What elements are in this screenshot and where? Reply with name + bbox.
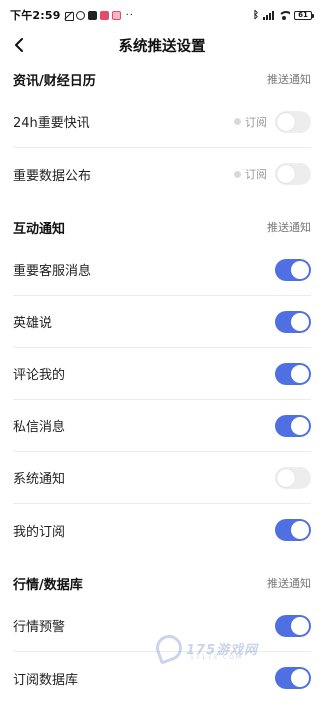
toggle-switch[interactable] xyxy=(275,466,311,489)
chevron-left-icon xyxy=(15,38,23,52)
toggle-knob xyxy=(291,312,309,331)
page-title: 系统推送设置 xyxy=(118,38,206,55)
section-title: 资讯/财经日历 xyxy=(13,73,96,89)
status-bar: 下午2:59 ·· ᛒ 61 xyxy=(0,0,324,30)
setting-label: 私信消息 xyxy=(13,420,66,435)
subscribe-dot-icon xyxy=(234,170,241,178)
row-controls: 订阅 xyxy=(234,163,311,185)
subscribe-label: 订阅 xyxy=(245,168,267,181)
watermark-logo-icon xyxy=(152,631,186,665)
section-header-interaction: 互动通知 推送通知 xyxy=(0,210,324,244)
setting-row-24h-news: 24h重要快讯 订阅 xyxy=(13,96,311,148)
toggle-switch[interactable] xyxy=(275,667,311,689)
row-controls xyxy=(275,310,311,333)
setting-label: 系统通知 xyxy=(13,472,66,487)
setting-row-data-release: 重要数据公布 订阅 xyxy=(13,148,311,200)
alarm-icon xyxy=(75,10,85,20)
toggle-switch[interactable] xyxy=(275,414,311,437)
setting-label: 我的订阅 xyxy=(13,524,66,540)
toggle-switch[interactable] xyxy=(275,614,311,637)
site-watermark: 175游戏网 17173.COM xyxy=(152,628,276,668)
toggle-knob xyxy=(291,616,309,635)
section-divider xyxy=(0,200,324,210)
bluetooth-icon: ᛒ xyxy=(253,9,259,21)
status-time: 下午2:59 xyxy=(10,9,61,22)
watermark-subtext: 17173.COM xyxy=(190,654,244,661)
battery-icon: 61 xyxy=(294,10,314,20)
more-notifications-icon: ·· xyxy=(125,9,134,21)
app-notification-icon xyxy=(99,10,109,20)
battery-level: 61 xyxy=(298,10,308,19)
section-divider xyxy=(0,556,324,566)
setting-label: 行情预警 xyxy=(13,620,66,635)
setting-label: 重要客服消息 xyxy=(13,264,92,279)
app-notification-icon xyxy=(87,10,97,20)
toggle-switch[interactable] xyxy=(275,519,311,541)
row-controls xyxy=(275,258,311,281)
mute-icon xyxy=(64,11,74,21)
toggle-switch[interactable] xyxy=(275,163,311,185)
setting-label: 英雄说 xyxy=(13,316,53,331)
back-button[interactable] xyxy=(8,34,30,56)
setting-label: 24h重要快讯 xyxy=(13,116,90,131)
settings-list: 资讯/财经日历 推送通知 24h重要快讯 订阅 重要数据公布 订阅 互动通知 推… xyxy=(0,62,324,704)
setting-label: 重要数据公布 xyxy=(13,168,92,184)
status-left: 下午2:59 ·· xyxy=(10,7,134,23)
toggle-switch[interactable] xyxy=(275,310,311,333)
subscribe-label: 订阅 xyxy=(245,115,267,129)
setting-row-my-subscriptions: 我的订阅 xyxy=(13,504,311,556)
row-controls xyxy=(275,614,311,637)
section-title: 行情/数据库 xyxy=(13,577,83,593)
nav-bar: 系统推送设置 xyxy=(0,30,324,60)
status-right: ᛒ 61 xyxy=(253,9,314,21)
row-controls xyxy=(275,414,311,437)
toggle-switch[interactable] xyxy=(275,110,311,133)
setting-row-system-notice: 系统通知 xyxy=(13,452,311,504)
row-controls xyxy=(275,667,311,689)
toggle-knob xyxy=(277,112,295,131)
push-settings-screen: 下午2:59 ·· ᛒ 61 系统推送设置 资讯/财经日历 推送通知 24h重要… xyxy=(0,0,324,720)
setting-label: 订阅数据库 xyxy=(13,672,79,688)
section-note: 推送通知 xyxy=(267,73,311,86)
setting-row-comments: 评论我的 xyxy=(13,348,311,400)
toggle-knob xyxy=(291,669,309,687)
subscribe-dot-icon xyxy=(234,118,241,125)
toggle-knob xyxy=(291,260,309,279)
toggle-knob xyxy=(291,521,309,539)
subscribe-button[interactable]: 订阅 xyxy=(234,166,267,182)
section-header-market: 行情/数据库 推送通知 xyxy=(0,566,324,600)
toggle-knob xyxy=(277,165,295,183)
app-notification-icon xyxy=(111,10,121,20)
toggle-switch[interactable] xyxy=(275,362,311,385)
toggle-knob xyxy=(291,364,309,383)
toggle-knob xyxy=(291,416,309,435)
section-title: 互动通知 xyxy=(13,221,66,237)
subscribe-button[interactable]: 订阅 xyxy=(234,114,267,130)
toggle-switch[interactable] xyxy=(275,258,311,281)
setting-label: 评论我的 xyxy=(13,368,66,383)
section-note: 推送通知 xyxy=(267,577,311,590)
row-controls xyxy=(275,519,311,541)
row-controls: 订阅 xyxy=(234,110,311,133)
row-controls xyxy=(275,466,311,489)
setting-row-private-messages: 私信消息 xyxy=(13,400,311,452)
setting-row-hero-says: 英雄说 xyxy=(13,296,311,348)
setting-row-customer-service: 重要客服消息 xyxy=(13,244,311,296)
row-controls xyxy=(275,362,311,385)
signal-icon xyxy=(263,10,274,20)
wifi-icon xyxy=(278,10,290,20)
section-note: 推送通知 xyxy=(267,221,311,234)
toggle-knob xyxy=(277,468,295,487)
section-header-news: 资讯/财经日历 推送通知 xyxy=(0,62,324,96)
